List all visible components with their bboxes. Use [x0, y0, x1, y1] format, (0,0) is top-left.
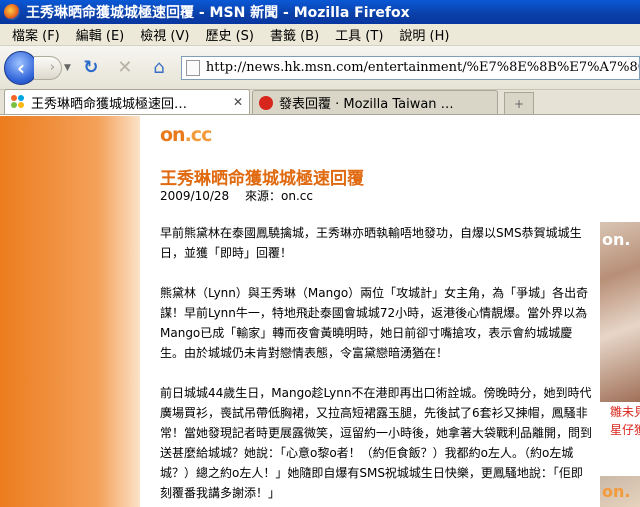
reload-button[interactable]: ↻ [77, 54, 105, 82]
article-meta: 2009/10/28 來源：on.cc [160, 187, 313, 204]
decorative-orange-sidebar [0, 116, 140, 507]
page-icon [185, 59, 200, 76]
mozilla-dino-icon [259, 95, 273, 110]
paragraph: 熊黛林（Lynn）與王秀琳（Mango）兩位「攻城計」女主角，為「爭城」各出奇謀… [160, 286, 589, 360]
navigation-toolbar: ‹ › ▼ ↻ ✕ ⌂ http://news.hk.msn.com/enter… [0, 46, 640, 90]
menu-edit[interactable]: 編輯 (E) [68, 25, 133, 44]
logo-on: on [160, 124, 186, 146]
tab-msn-news[interactable]: 王秀琳晒命獲城城極速回… ✕ [4, 89, 250, 114]
back-button[interactable]: ‹ [4, 50, 38, 85]
article-body: 早前熊黛林在泰國鳳驍擒城，王秀琳亦晒執輸唔地發功，自爆以SMS恭賀城城生日，並獲… [160, 223, 592, 507]
firefox-icon [4, 4, 20, 20]
history-dropdown-icon[interactable]: ▼ [64, 63, 71, 73]
ad-logo: on. [602, 230, 631, 249]
stop-button[interactable]: ✕ [111, 54, 139, 82]
reload-icon: ↻ [83, 57, 99, 78]
tab-label: 發表回覆 · Mozilla Taiwan … [279, 97, 454, 112]
tab-label: 王秀琳晒命獲城城極速回… [31, 96, 188, 112]
url-text: http://news.hk.msn.com/entertainment/%E7… [205, 60, 640, 75]
msn-butterfly-icon [11, 95, 27, 109]
ad-caption-2[interactable]: 星仔獲 [600, 422, 640, 438]
menu-bar: 檔案 (F) 編輯 (E) 檢視 (V) 歷史 (S) 書籤 (B) 工具 (T… [0, 24, 640, 46]
new-tab-button[interactable]: + [504, 92, 534, 114]
menu-tools[interactable]: 工具 (T) [327, 25, 391, 44]
forward-button[interactable]: › [34, 55, 62, 80]
plus-icon: + [513, 96, 525, 111]
paragraph: 早前熊黛林在泰國鳳驍擒城，王秀琳亦晒執輸唔地發功，自爆以SMS恭賀城城生日，並獲… [160, 226, 582, 260]
paragraph: 前日城城44歲生日，Mango趁Lynn不在港即再出口術詮城。傍晚時分，她到時代… [160, 386, 593, 500]
back-arrow-icon: ‹ [16, 55, 26, 80]
menu-help[interactable]: 說明 (H) [391, 25, 457, 44]
oncc-logo[interactable]: on.cc [160, 124, 213, 146]
forward-arrow-icon: › [49, 60, 55, 75]
article-date: 2009/10/28 [160, 189, 230, 203]
close-tab-icon[interactable]: ✕ [233, 95, 243, 109]
home-button[interactable]: ⌂ [145, 54, 173, 82]
ad-logo: on. [602, 482, 631, 501]
stop-icon: ✕ [117, 57, 133, 78]
ad-caption-1[interactable]: 雛未見 [600, 404, 640, 420]
article-title: 王秀琳晒命獲城城極速回覆 [160, 169, 364, 189]
tab-bar: 王秀琳晒命獲城城極速回… ✕ 發表回覆 · Mozilla Taiwan … + [0, 89, 640, 115]
window-titlebar: 王秀琳晒命獲城城極速回覆 - MSN 新聞 - Mozilla Firefox [0, 0, 640, 24]
ad-image: on. [600, 222, 640, 402]
page-content: on.cc 王秀琳晒命獲城城極速回覆 2009/10/28 來源：on.cc 早… [0, 116, 640, 507]
menu-file[interactable]: 檔案 (F) [4, 25, 68, 44]
side-advertisement[interactable]: on. 雛未見 星仔獲 [600, 222, 640, 452]
home-icon: ⌂ [153, 57, 165, 78]
url-bar[interactable]: http://news.hk.msn.com/entertainment/%E7… [180, 55, 640, 80]
side-advertisement-2[interactable]: on. [600, 476, 640, 507]
menu-view[interactable]: 檢視 (V) [132, 25, 197, 44]
logo-cc: .cc [184, 124, 213, 146]
article-source: 來源：on.cc [245, 189, 313, 203]
tab-mozilla-taiwan[interactable]: 發表回覆 · Mozilla Taiwan … [252, 90, 498, 114]
menu-bookmarks[interactable]: 書籤 (B) [262, 25, 327, 44]
menu-history[interactable]: 歷史 (S) [197, 25, 262, 44]
window-title: 王秀琳晒命獲城城極速回覆 - MSN 新聞 - Mozilla Firefox [26, 5, 410, 21]
